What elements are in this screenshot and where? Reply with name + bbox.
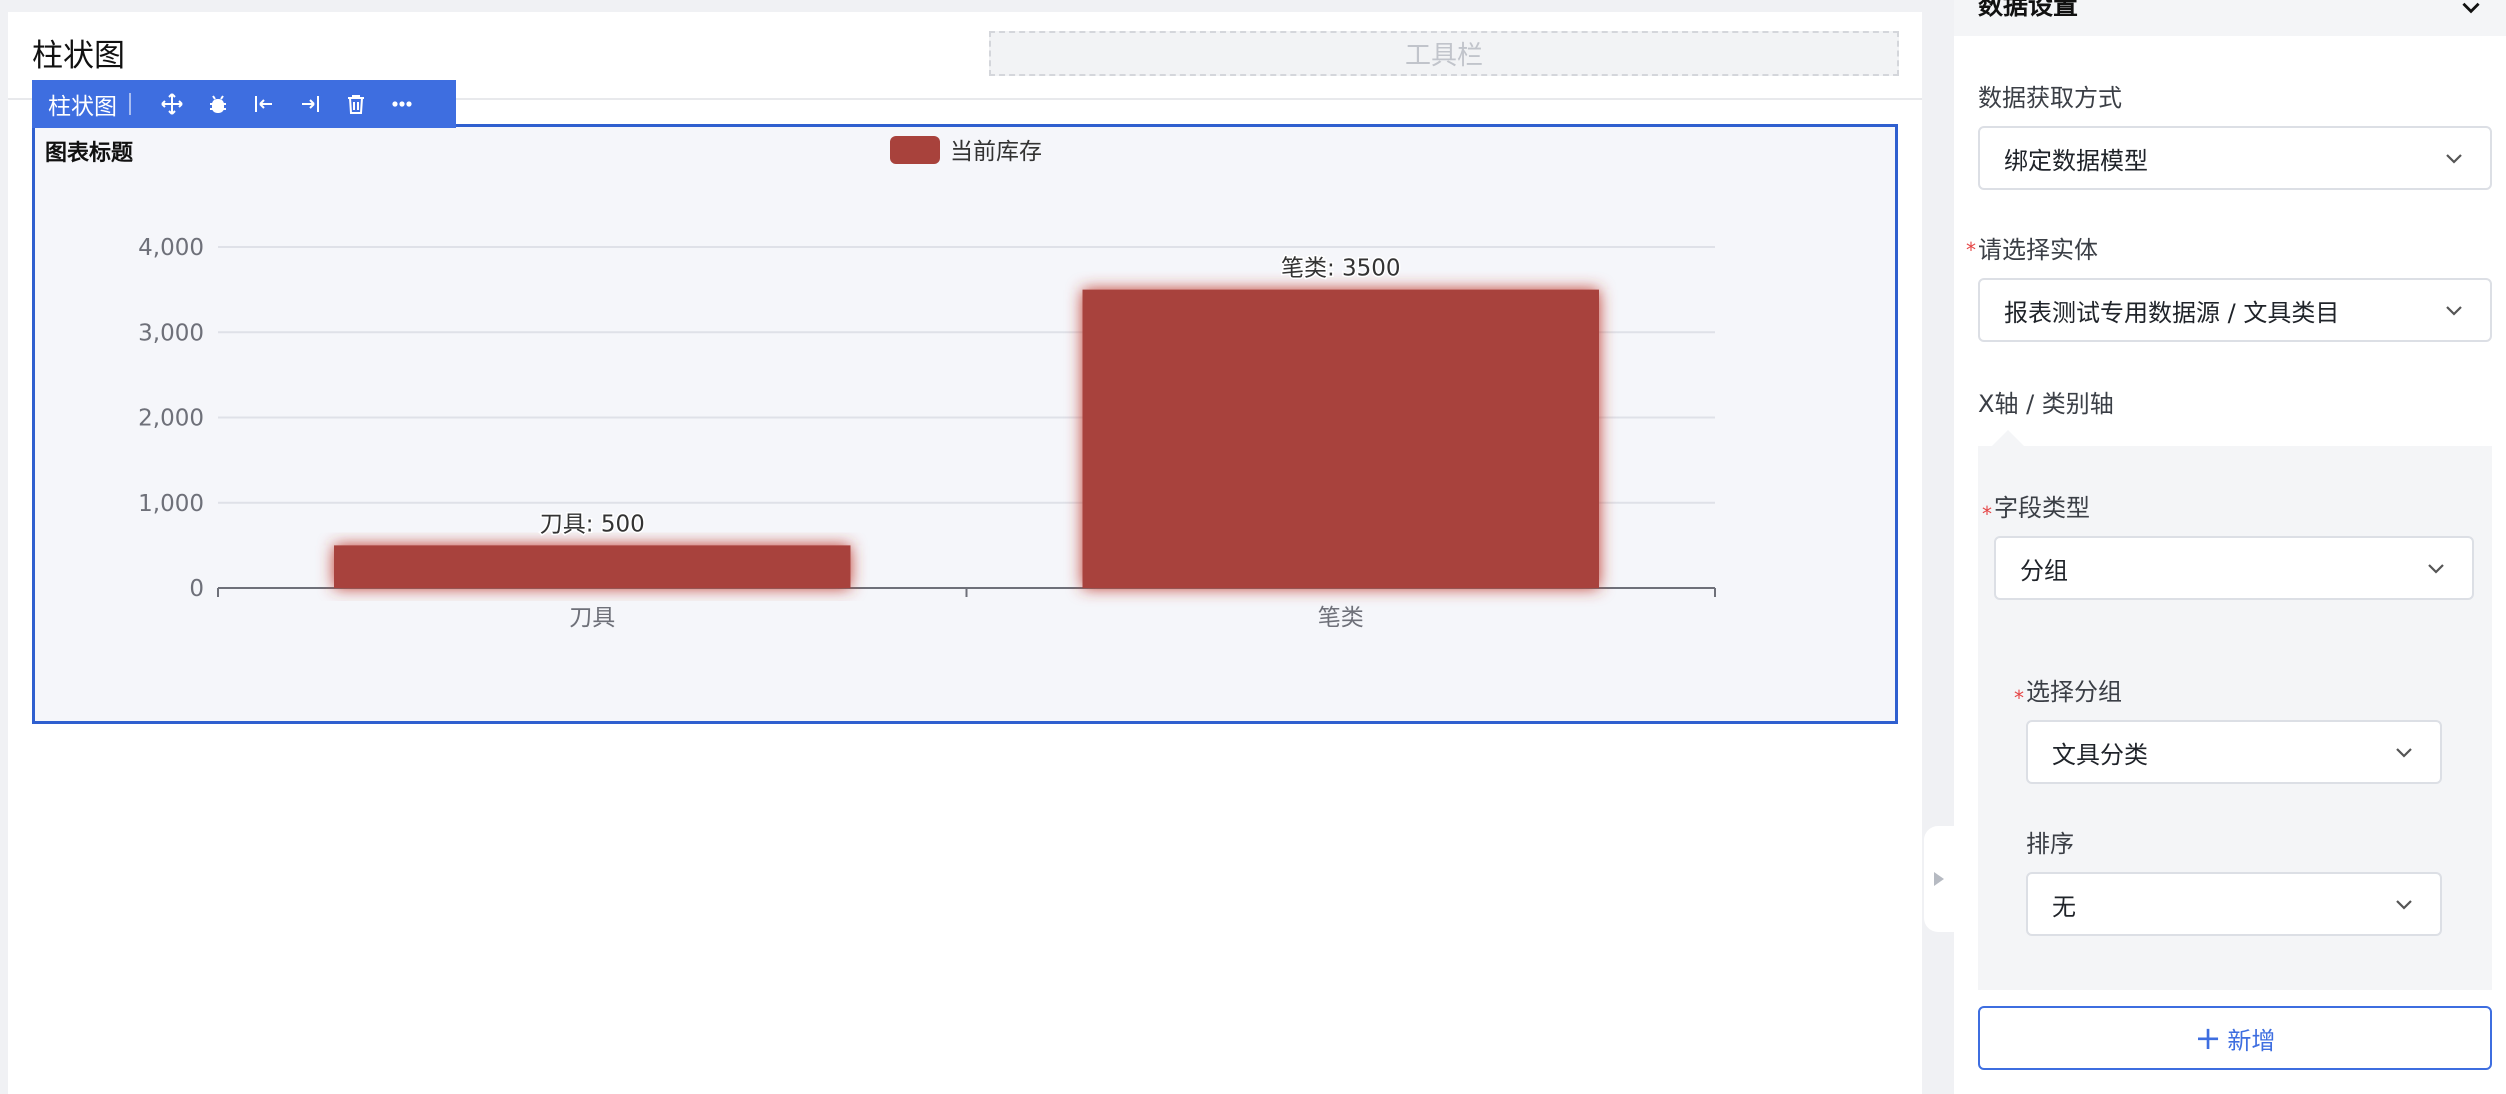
data-label: 刀具: 500 — [540, 511, 645, 537]
chevron-down-icon — [2446, 306, 2462, 316]
panel-header-title: 数据设置 — [1978, 0, 2079, 20]
sort-label: 排序 — [2026, 830, 2074, 858]
data-label: 笔类: 3500 — [1281, 256, 1401, 282]
delete-icon[interactable] — [341, 89, 371, 119]
panel-header[interactable]: 数据设置 — [1954, 0, 2506, 36]
chevron-down-icon — [2428, 564, 2444, 574]
settings-panel: 数据设置 数据获取方式 绑定数据模型 * 请选择实体 报表测试专用数据源 / 文… — [1954, 0, 2506, 1094]
y-tick-label: 1,000 — [138, 491, 204, 517]
x-tick-label: 刀具 — [569, 605, 615, 631]
field-type-label: 字段类型 — [1994, 494, 2090, 522]
legend-label: 当前库存 — [950, 139, 1042, 165]
data-source-label: 数据获取方式 — [1978, 84, 2122, 112]
entity-value: 报表测试专用数据源 / 文具类目 — [2004, 298, 2340, 327]
chevron-down-icon — [2446, 154, 2462, 164]
caret-right-icon — [1934, 872, 1944, 886]
field-type-value: 分组 — [2020, 556, 2068, 585]
chevron-down-icon — [2396, 900, 2412, 910]
section-notch — [1992, 430, 2024, 446]
x-tick-label: 笔类 — [1318, 605, 1364, 631]
component-toolbar-title: 柱状图 — [48, 94, 117, 120]
bar — [334, 545, 851, 588]
toolbar-placeholder[interactable]: 工具栏 — [989, 31, 1899, 76]
add-button[interactable]: + 新增 — [1978, 1006, 2492, 1070]
data-source-value: 绑定数据模型 — [2004, 146, 2148, 175]
chevron-down-icon — [2396, 748, 2412, 758]
y-tick-label: 3,000 — [138, 320, 204, 346]
toolbar-separator — [129, 93, 131, 115]
page-title: 柱状图 — [32, 38, 125, 74]
required-mark: * — [2014, 686, 2024, 710]
move-icon[interactable] — [157, 89, 187, 119]
legend-swatch — [890, 136, 940, 164]
bar-chart: 0 1,000 2,000 3,000 4,000 刀具: 500 刀具 笔类: 3500 笔… — [138, 136, 1716, 631]
entity-select[interactable]: 报表测试专用数据源 / 文具类目 — [1978, 278, 2492, 342]
entity-label: 请选择实体 — [1978, 236, 2098, 264]
plus-icon: + — [2194, 1019, 2222, 1057]
align-right-icon[interactable] — [295, 89, 325, 119]
xaxis-label: X轴 / 类别轴 — [1978, 390, 2114, 418]
add-button-label: 新增 — [2227, 1026, 2276, 1055]
align-left-icon[interactable] — [249, 89, 279, 119]
y-tick-label: 4,000 — [138, 235, 204, 261]
sort-value: 无 — [2052, 892, 2076, 921]
y-tick-label: 2,000 — [138, 406, 204, 432]
group-value: 文具分类 — [2052, 740, 2148, 769]
group-label: 选择分组 — [2026, 678, 2122, 706]
chevron-down-icon[interactable] — [2458, 0, 2484, 20]
sort-select[interactable]: 无 — [2026, 872, 2442, 936]
bar — [1082, 289, 1599, 588]
required-mark: * — [1982, 502, 1992, 526]
chart-component[interactable]: 图表标题 0 1,000 2,000 3,000 4,000 刀具: 500 刀具 笔类: … — [32, 124, 1898, 724]
more-icon[interactable] — [387, 89, 417, 119]
field-type-select[interactable]: 分组 — [1994, 536, 2474, 600]
required-mark: * — [1966, 238, 1976, 262]
bug-icon[interactable] — [203, 89, 233, 119]
panel-collapse-handle[interactable] — [1924, 826, 1954, 932]
component-toolbar: 柱状图 — [32, 80, 456, 128]
y-tick-label: 0 — [189, 576, 204, 602]
group-select[interactable]: 文具分类 — [2026, 720, 2442, 784]
data-source-select[interactable]: 绑定数据模型 — [1978, 126, 2492, 190]
